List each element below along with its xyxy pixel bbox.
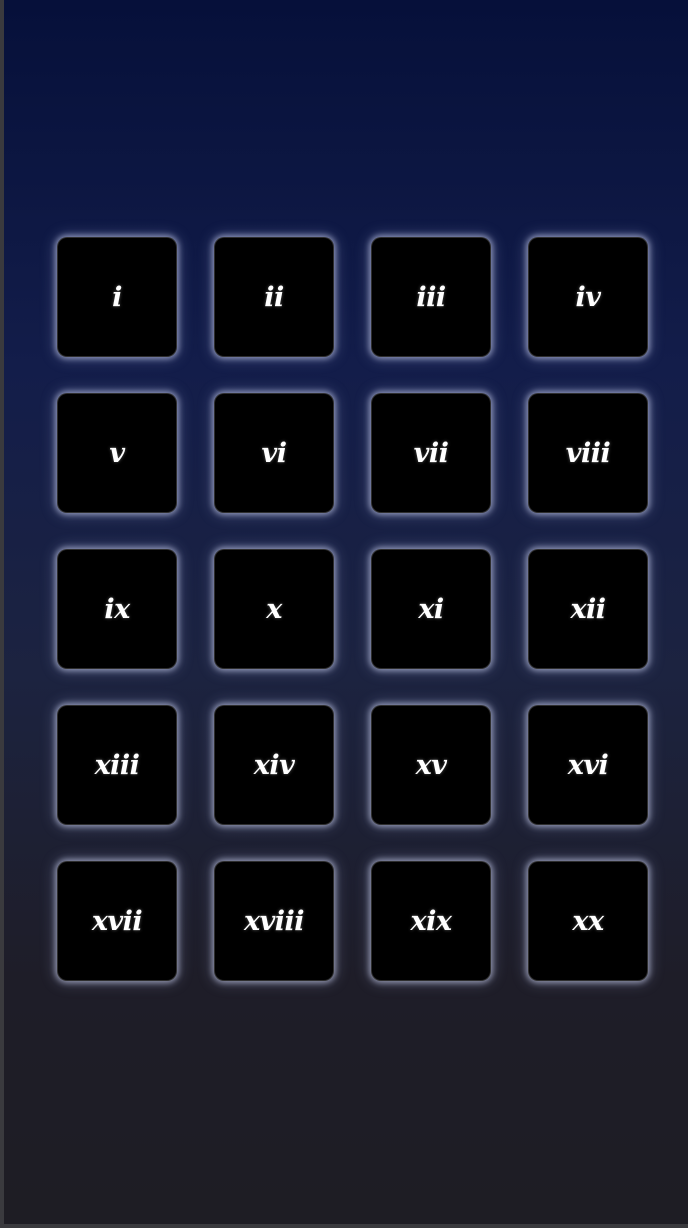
tile-label: ii [264, 281, 284, 313]
tile-label: viii [565, 437, 611, 469]
tile-5[interactable]: v [57, 393, 177, 513]
tile-label: xviii [243, 905, 305, 937]
tile-label: vi [261, 437, 287, 469]
tile-label: xvii [91, 905, 143, 937]
tile-19[interactable]: xix [371, 861, 491, 981]
tile-label: i [112, 281, 122, 313]
tile-label: vii [413, 437, 449, 469]
tile-10[interactable]: x [214, 549, 334, 669]
tile-2[interactable]: ii [214, 237, 334, 357]
tile-14[interactable]: xiv [214, 705, 334, 825]
tile-12[interactable]: xii [528, 549, 648, 669]
tile-label: xv [415, 749, 447, 781]
tile-label: xiii [94, 749, 140, 781]
tile-label: v [109, 437, 125, 469]
tile-11[interactable]: xi [371, 549, 491, 669]
tile-17[interactable]: xvii [57, 861, 177, 981]
tile-label: iv [575, 281, 601, 313]
tile-20[interactable]: xx [528, 861, 648, 981]
app-screen: i ii iii iv v vi vii viii ix x xi xii xi… [4, 0, 688, 1224]
tile-label: ix [104, 593, 130, 625]
tile-15[interactable]: xv [371, 705, 491, 825]
tile-label: xvi [567, 749, 609, 781]
tile-6[interactable]: vi [214, 393, 334, 513]
tile-9[interactable]: ix [57, 549, 177, 669]
tile-18[interactable]: xviii [214, 861, 334, 981]
tile-16[interactable]: xvi [528, 705, 648, 825]
tile-label: xx [572, 905, 604, 937]
tile-3[interactable]: iii [371, 237, 491, 357]
tile-label: xi [418, 593, 444, 625]
tile-grid: i ii iii iv v vi vii viii ix x xi xii xi… [57, 237, 648, 981]
tile-label: x [266, 593, 282, 625]
tile-8[interactable]: viii [528, 393, 648, 513]
window-bottom-border [0, 1224, 688, 1228]
tile-7[interactable]: vii [371, 393, 491, 513]
tile-label: xiv [253, 749, 295, 781]
tile-4[interactable]: iv [528, 237, 648, 357]
tile-label: xix [410, 905, 452, 937]
tile-1[interactable]: i [57, 237, 177, 357]
tile-label: xii [570, 593, 606, 625]
tile-13[interactable]: xiii [57, 705, 177, 825]
tile-label: iii [416, 281, 446, 313]
